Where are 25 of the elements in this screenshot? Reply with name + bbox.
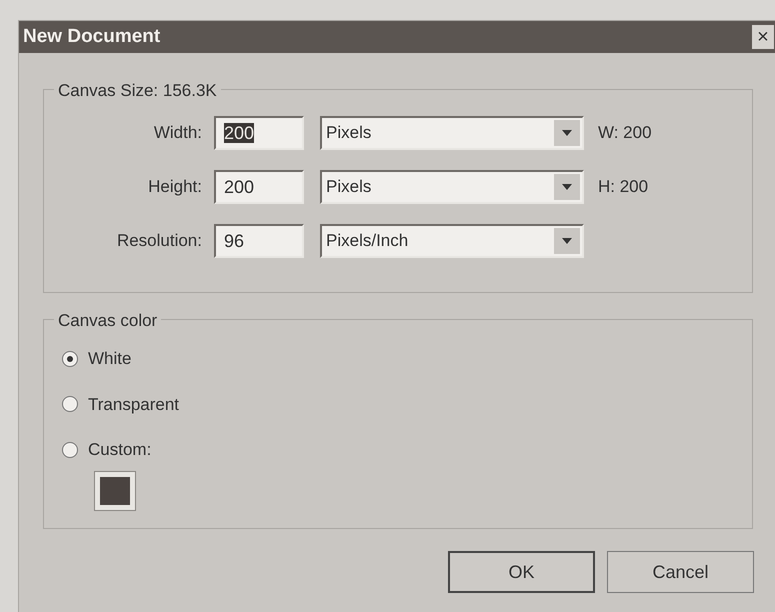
number-field[interactable]: 200 xyxy=(214,170,304,204)
field-label: Height: xyxy=(147,176,203,198)
radio-option[interactable]: Custom: xyxy=(62,437,752,462)
radio-option[interactable]: White xyxy=(62,346,752,372)
dialog-button[interactable]: Cancel xyxy=(607,551,754,593)
field-value: 200 xyxy=(224,177,254,197)
window-title: New Document xyxy=(23,24,160,49)
close-button[interactable]: × xyxy=(752,25,774,49)
unit-dropdown[interactable]: Pixels xyxy=(320,116,584,150)
field-value: 96 xyxy=(224,231,244,251)
color-swatch-button[interactable] xyxy=(94,470,136,510)
dialog-button[interactable]: OK xyxy=(448,551,595,593)
field-label: Resolution: xyxy=(116,230,203,252)
field-label: Width: xyxy=(152,122,203,144)
field-value: 200 xyxy=(224,123,254,143)
unit-dropdown[interactable]: Pixels/Inch xyxy=(320,224,584,258)
dimension-readout: W: 200 xyxy=(598,122,652,144)
radio-button[interactable] xyxy=(62,442,78,458)
unit-dropdown[interactable]: Pixels xyxy=(320,170,584,204)
radio-button[interactable] xyxy=(62,350,78,367)
radio-button[interactable] xyxy=(62,396,78,412)
number-field[interactable]: 96 xyxy=(214,224,304,258)
number-field[interactable]: 200 xyxy=(214,116,304,150)
radio-option[interactable]: Transparent xyxy=(62,392,752,417)
dimension-readout: H: 200 xyxy=(598,176,648,198)
